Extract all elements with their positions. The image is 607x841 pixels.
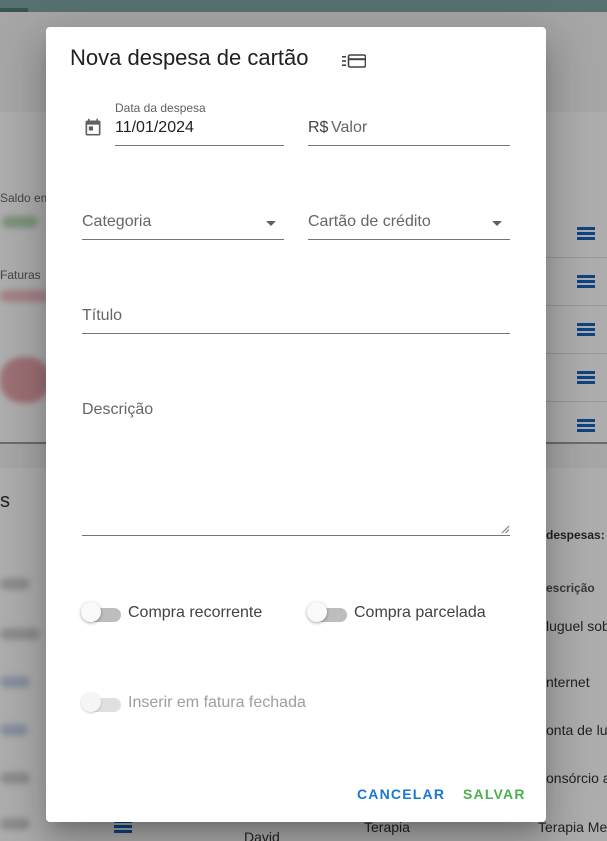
credit-card-select[interactable]: Cartão de crédito xyxy=(308,207,510,240)
card-list-icon xyxy=(342,54,366,68)
title-field[interactable]: Título xyxy=(82,301,510,334)
expense-date-field[interactable]: Data da despesa 11/01/2024 xyxy=(115,99,284,146)
closed-invoice-label: Inserir em fatura fechada xyxy=(128,694,306,711)
chevron-down-icon xyxy=(266,221,276,226)
recurring-purchase-toggle[interactable] xyxy=(81,602,121,622)
credit-card-placeholder: Cartão de crédito xyxy=(308,213,431,230)
amount-placeholder: Valor xyxy=(331,119,368,136)
expense-date-value[interactable]: 11/01/2024 xyxy=(115,119,194,137)
closed-invoice-toggle xyxy=(81,692,121,712)
save-button[interactable]: Salvar xyxy=(455,778,534,810)
currency-prefix: R$ xyxy=(308,119,329,136)
category-select[interactable]: Categoria xyxy=(82,207,284,240)
calendar-icon[interactable] xyxy=(83,118,103,138)
dialog-title: Nova despesa de cartão xyxy=(70,45,309,70)
amount-field[interactable]: R$ Valor xyxy=(308,99,510,146)
description-textarea[interactable]: Descrição xyxy=(82,395,510,536)
description-placeholder: Descrição xyxy=(82,401,154,418)
expense-date-label: Data da despesa xyxy=(115,101,206,115)
installment-purchase-toggle[interactable] xyxy=(307,602,347,622)
new-card-expense-dialog: Nova despesa de cartão Data da despesa 1… xyxy=(46,27,546,822)
installment-purchase-label[interactable]: Compra parcelada xyxy=(354,604,486,622)
resize-handle-icon[interactable] xyxy=(501,525,510,534)
title-placeholder: Título xyxy=(82,307,123,324)
chevron-down-icon xyxy=(492,221,502,226)
recurring-purchase-label[interactable]: Compra recorrente xyxy=(128,604,262,622)
category-placeholder: Categoria xyxy=(82,213,152,230)
cancel-button[interactable]: Cancelar xyxy=(349,778,453,810)
